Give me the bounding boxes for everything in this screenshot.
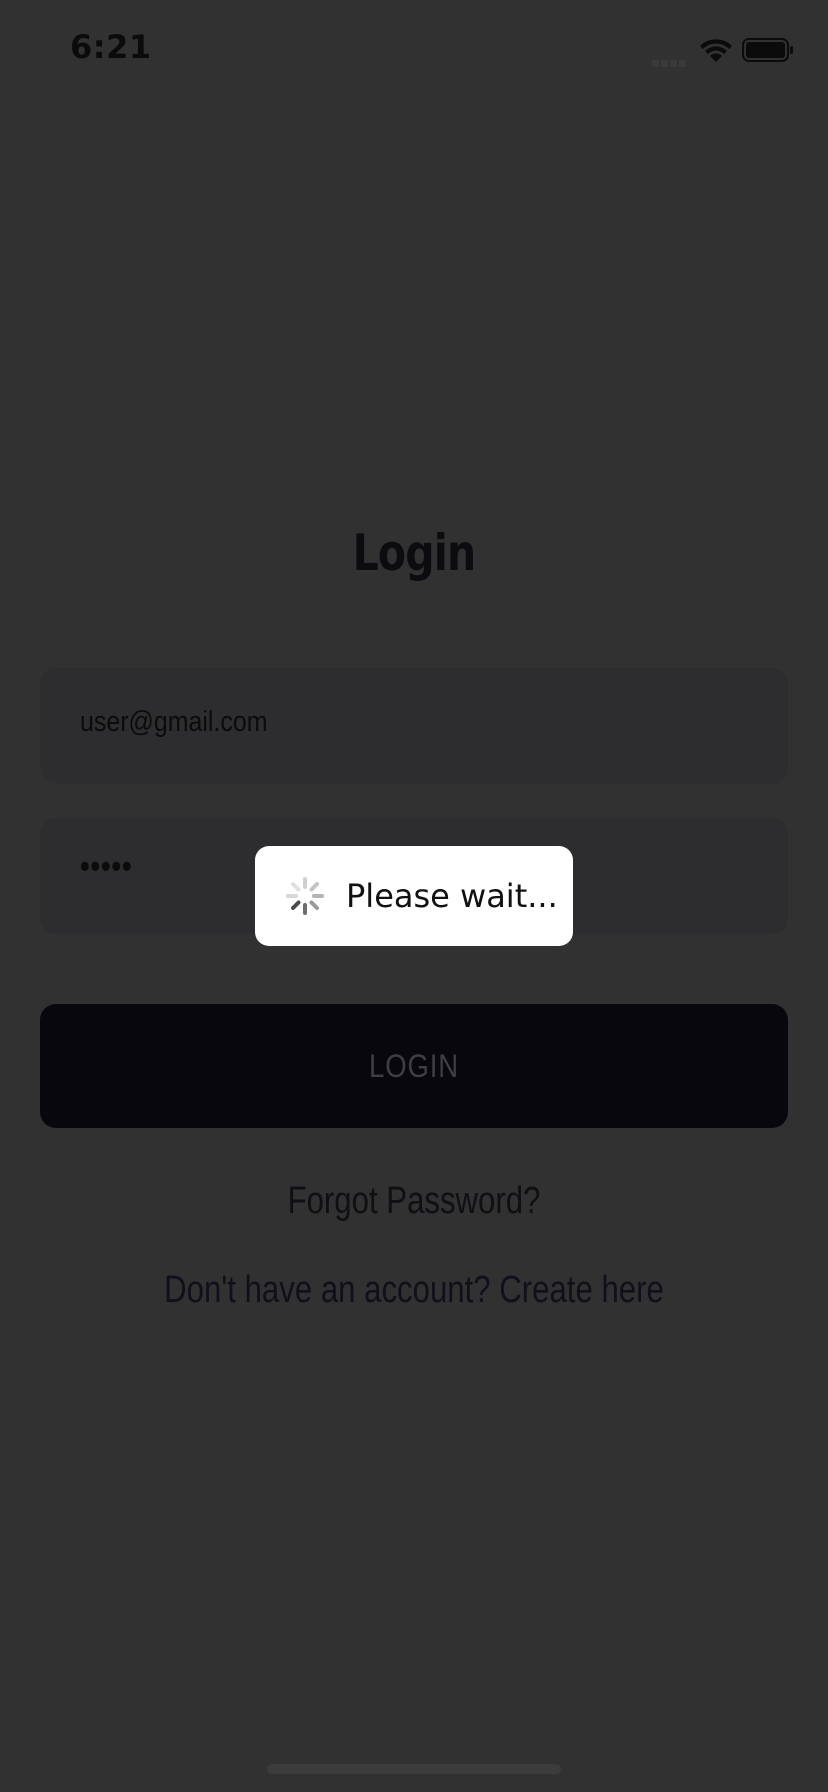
forgot-password-link[interactable]: Forgot Password? [75, 1180, 754, 1223]
battery-icon [742, 38, 793, 62]
status-time: 6:21 [70, 28, 152, 66]
email-value: user@gmail.com [80, 706, 268, 738]
loading-hud: Please wait... [255, 846, 573, 946]
signal-icon [652, 54, 690, 67]
status-bar: 6:21 [0, 0, 828, 100]
login-button-label: LOGIN [369, 1048, 459, 1084]
create-account-link[interactable]: Don't have an account? Create here [75, 1269, 754, 1312]
password-value: ••••• [80, 848, 133, 884]
wifi-icon [700, 39, 732, 62]
home-indicator [267, 1764, 561, 1774]
spinner-icon [286, 877, 324, 915]
page-title: Login [352, 524, 477, 582]
loading-message: Please wait... [346, 877, 558, 915]
email-field[interactable]: user@gmail.com [40, 668, 788, 784]
login-button[interactable]: LOGIN [40, 1004, 788, 1128]
